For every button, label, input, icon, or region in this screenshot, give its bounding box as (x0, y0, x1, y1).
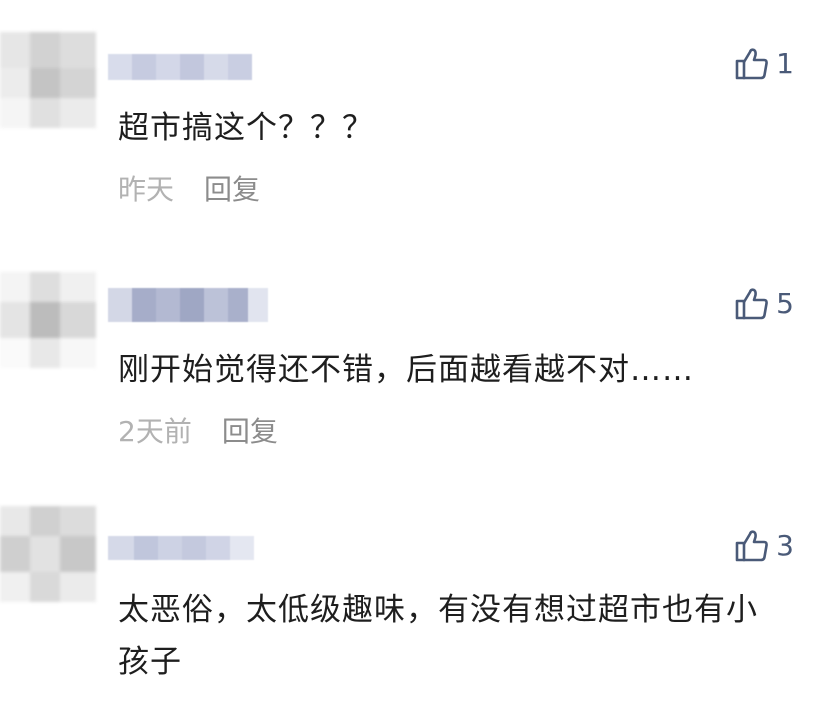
avatar[interactable] (0, 506, 96, 602)
comment-meta: 2天前 回复 (118, 412, 278, 452)
like-count: 5 (776, 287, 794, 320)
thumbs-up-icon (734, 46, 770, 82)
comment-item: 3 太恶俗，太低级趣味，有没有想过超市也有小孩子 (0, 480, 822, 704)
comment-time: 2天前 (118, 415, 192, 448)
like-count: 1 (776, 47, 794, 80)
comment-item: 5 刚开始觉得还不错，后面越看越不对…… 2天前 回复 (0, 240, 822, 480)
comment-text: 刚开始觉得还不错，后面越看越不对…… (118, 352, 694, 388)
comment-text: 太恶俗，太低级趣味，有没有想过超市也有小孩子 (118, 592, 758, 680)
reply-button[interactable]: 回复 (204, 170, 260, 210)
reply-button[interactable]: 回复 (222, 412, 278, 452)
thumbs-up-icon (734, 528, 770, 564)
username-blurred[interactable] (108, 288, 268, 322)
username-blurred[interactable] (108, 54, 252, 80)
avatar[interactable] (0, 272, 96, 368)
like-count: 3 (776, 529, 794, 562)
comment-time: 昨天 (118, 173, 175, 206)
avatar[interactable] (0, 32, 96, 128)
like-button[interactable]: 3 (734, 526, 794, 566)
username-blurred[interactable] (108, 536, 254, 560)
thumbs-up-icon (734, 286, 770, 322)
comment-text: 超市搞这个？？？ (118, 110, 374, 146)
comment-item: 1 超市搞这个？？？ 昨天 回复 (0, 0, 822, 240)
like-button[interactable]: 1 (734, 44, 794, 84)
comment-meta: 昨天 回复 (118, 170, 260, 210)
like-button[interactable]: 5 (734, 284, 794, 324)
